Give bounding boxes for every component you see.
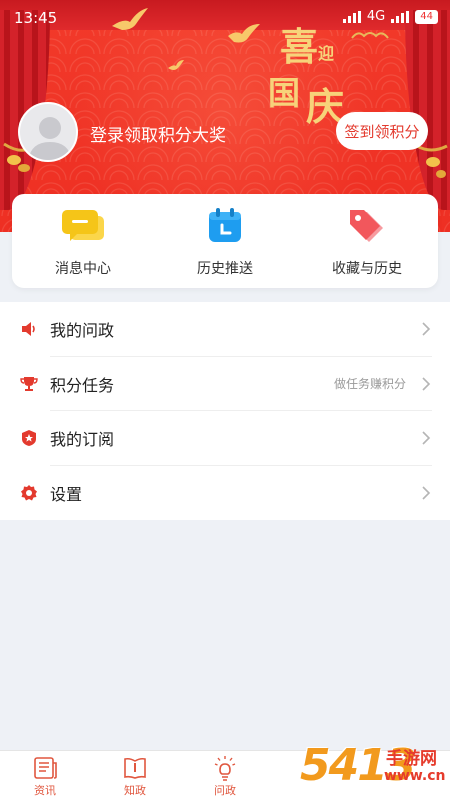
watermark-site-name: 手游网 (386, 749, 437, 769)
gear-icon (21, 484, 37, 500)
nav-label: 资讯 (34, 784, 56, 797)
logo-char: 迎 (318, 44, 335, 63)
news-icon (34, 757, 57, 779)
menu-item-my-inquiries[interactable]: 我的问政 (0, 302, 450, 357)
login-prompt[interactable]: 登录领取积分大奖 (90, 121, 226, 146)
nav-tab-policy[interactable]: 知政 (90, 751, 180, 800)
tag-icon (344, 208, 390, 244)
menu-item-label: 我的问政 (50, 321, 115, 341)
trophy-icon (20, 376, 38, 391)
quick-action-label: 历史推送 (197, 261, 253, 277)
quick-action-label: 收藏与历史 (332, 261, 402, 277)
status-indicators: 4G 44 (342, 9, 438, 24)
settings-menu: 我的问政 积分任务 做任务赚积分 我的订阅 设置 (0, 302, 450, 520)
menu-item-settings[interactable]: 设置 (0, 466, 450, 521)
quick-action-history-push[interactable]: 历史推送 (154, 194, 296, 288)
menu-item-label: 我的订阅 (50, 430, 115, 450)
quick-actions-card: 消息中心 历史推送 收藏与历史 (12, 194, 438, 288)
avatar[interactable] (18, 102, 78, 162)
site-watermark: 5413 手游网 www.cn (300, 740, 450, 800)
chevron-right-icon (422, 322, 431, 336)
quick-action-label: 消息中心 (55, 261, 111, 277)
chevron-right-icon (422, 485, 431, 500)
menu-item-label: 设置 (50, 484, 83, 504)
network-type: 4G (366, 9, 386, 24)
nav-tab-news[interactable]: 资讯 (0, 751, 90, 800)
logo-char: 国 (268, 74, 301, 112)
chevron-right-icon (422, 376, 431, 391)
menu-item-hint: 做任务赚积分 (333, 377, 406, 392)
status-bar: 13:45 4G 44 (0, 0, 450, 36)
quick-action-favorites[interactable]: 收藏与历史 (296, 194, 438, 288)
status-time: 13:45 (14, 9, 58, 27)
nav-tab-inquiry[interactable]: 问政 (180, 751, 270, 800)
nav-label: 问政 (214, 784, 236, 797)
tassel-icon (416, 144, 448, 178)
chevron-right-icon (422, 431, 431, 445)
bulb-icon (214, 756, 236, 781)
message-icon (60, 208, 106, 244)
menu-item-points-tasks[interactable]: 积分任务 做任务赚积分 (0, 357, 450, 411)
battery-icon: 44 (415, 9, 438, 24)
dove-icon (168, 60, 184, 70)
speaker-icon (22, 322, 35, 336)
signal-icon (391, 10, 410, 23)
nav-label: 知政 (124, 784, 146, 797)
calendar-icon (202, 208, 248, 244)
sign-in-points-button[interactable]: 签到领积分 (336, 112, 428, 150)
star-badge-icon (22, 430, 36, 446)
quick-action-messages[interactable]: 消息中心 (12, 194, 154, 288)
watermark-url: www.cn (384, 768, 446, 784)
menu-item-label: 积分任务 (50, 375, 115, 395)
book-icon (124, 757, 146, 779)
signal-icon (342, 10, 361, 23)
menu-item-my-subscriptions[interactable]: 我的订阅 (0, 411, 450, 466)
